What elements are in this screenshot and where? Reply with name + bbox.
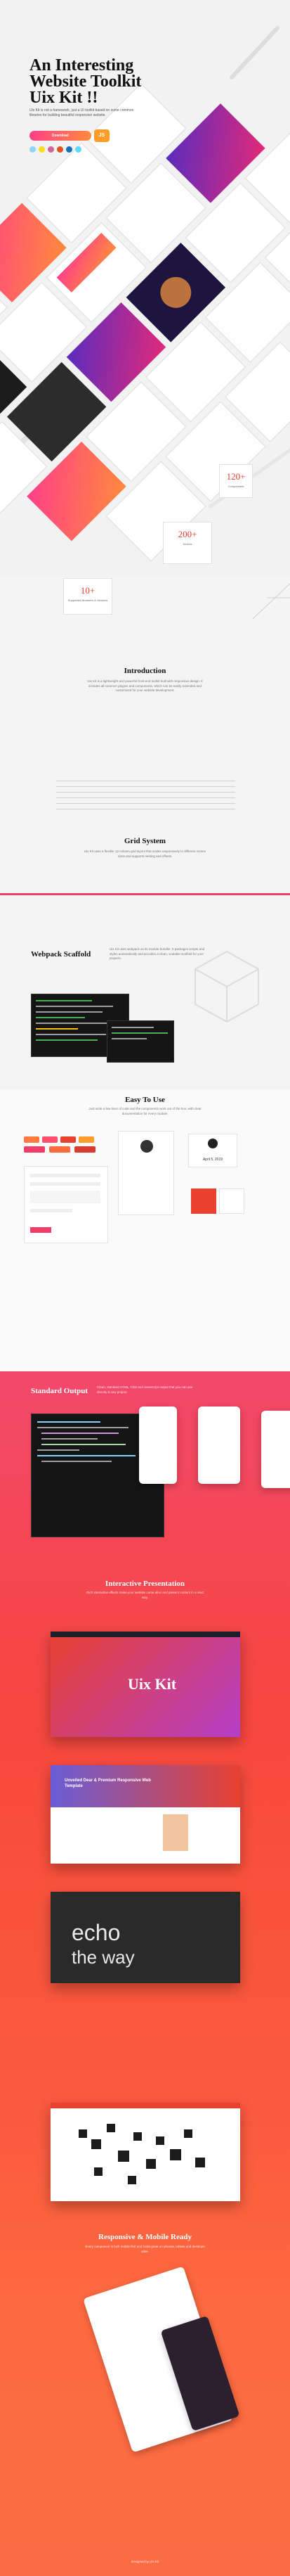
stat-number: 10+ xyxy=(80,585,95,596)
profile-card xyxy=(118,1131,174,1215)
decor-lines xyxy=(252,583,290,620)
date-label: April 5, 2019 xyxy=(202,1158,223,1162)
terminal-window-secondary xyxy=(107,1020,174,1063)
responsive-heading: Responsive & Mobile Ready xyxy=(98,2233,192,2241)
standard-body: Clean, standard HTML, CSS and JavaScript… xyxy=(97,1385,193,1394)
white-card xyxy=(219,1188,244,1214)
form-preview xyxy=(24,1166,108,1243)
sample-button[interactable] xyxy=(74,1146,95,1153)
sample-button[interactable] xyxy=(49,1146,70,1153)
sample-button[interactable] xyxy=(24,1136,39,1143)
intro-body: Uix Kit is a lightweight and powerful fr… xyxy=(87,679,203,692)
avatar xyxy=(140,1140,153,1153)
stat-demos: 200+ Demos xyxy=(163,522,212,564)
sass-icon xyxy=(48,146,54,153)
easy-section: Easy To Use Just write a few lines of co… xyxy=(0,1090,290,1371)
hero-title: An Interesting Website Toolkit Uix Kit !… xyxy=(29,56,142,107)
hero-section: An Interesting Website Toolkit Uix Kit !… xyxy=(0,0,290,577)
phone-mock xyxy=(261,1411,290,1488)
grid-illustration xyxy=(56,781,235,823)
webpack-icon xyxy=(29,146,36,153)
phone-mock xyxy=(198,1406,240,1484)
stat-number: 200+ xyxy=(178,529,197,539)
js-icon xyxy=(39,146,45,153)
react-icon xyxy=(75,146,81,153)
intro-heading: Introduction xyxy=(124,667,166,675)
easy-body: Just write a few lines of code and the c… xyxy=(88,1107,202,1115)
stat-components: 120+ Components xyxy=(219,464,253,498)
slide-preview-1: Uix Kit xyxy=(51,1632,240,1737)
stat-browsers: 10+ Supported Browsers & Versions xyxy=(63,578,112,615)
introduction-section: Introduction Uix Kit is a lightweight an… xyxy=(0,577,290,893)
slide-preview-echo: echo the way xyxy=(51,1892,240,1983)
sample-button[interactable] xyxy=(24,1146,45,1153)
sample-button[interactable] xyxy=(42,1136,58,1143)
hero-subtitle: Uix Kit is not a framework, just a UI to… xyxy=(29,108,134,117)
echo-line2: the way xyxy=(72,1947,135,1968)
echo-line1: echo xyxy=(72,1920,121,1945)
interactive-body: Rich interactive effects make your websi… xyxy=(86,1591,204,1599)
cube-illustration xyxy=(195,950,259,1023)
html5-icon xyxy=(57,146,63,153)
slide-title: Uix Kit xyxy=(128,1675,177,1693)
sample-button[interactable] xyxy=(60,1136,76,1143)
phone-mock xyxy=(139,1406,177,1484)
download-button[interactable]: Download xyxy=(29,131,91,141)
showcase-gradient: Standard Output Clean, standard HTML, CS… xyxy=(0,1371,290,2576)
easy-heading: Easy To Use xyxy=(125,1096,165,1104)
grid-body: Uix Kit uses a flexible 12-column grid l… xyxy=(84,850,206,858)
avatar xyxy=(163,1814,188,1851)
sample-button[interactable] xyxy=(79,1136,94,1143)
stat-label: Supported Browsers & Versions xyxy=(67,598,108,602)
interactive-heading: Interactive Presentation xyxy=(105,1579,185,1588)
standard-heading: Standard Output xyxy=(31,1387,88,1395)
slide-preview-2: Unveiled Dear & Premium Responsive Web T… xyxy=(51,1765,240,1864)
date-card: April 5, 2019 xyxy=(188,1134,237,1167)
version-badge: JS xyxy=(94,129,110,142)
footer-credit: Designed by Uix Kit xyxy=(131,2560,159,2563)
slide2-title: Unveiled Dear & Premium Responsive Web T… xyxy=(65,1779,151,1788)
webpack-section: Webpack Scaffold Uix Kit uses webpack as… xyxy=(0,893,290,1090)
grid-heading: Grid System xyxy=(124,837,166,845)
slide-preview-cubes xyxy=(51,2103,240,2201)
stat-label: Demos xyxy=(183,542,192,546)
stat-number: 120+ xyxy=(226,471,246,482)
stat-label: Components xyxy=(228,485,244,488)
red-card xyxy=(191,1188,216,1214)
responsive-body: Every component is built mobile first an… xyxy=(85,2245,205,2253)
tech-icons xyxy=(29,146,81,153)
css3-icon xyxy=(66,146,72,153)
